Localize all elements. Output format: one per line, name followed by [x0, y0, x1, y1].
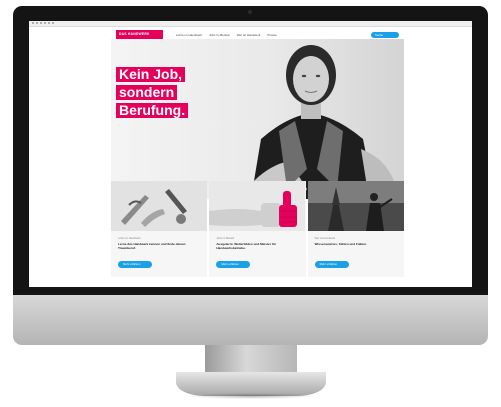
card-image-worker [307, 181, 404, 231]
card-more-button[interactable]: Mehr erfahren [314, 261, 349, 268]
nav-item-wer[interactable]: Wer ist Handwerk [237, 33, 261, 37]
nav-item-jobs[interactable]: Jobs im Betrieb [209, 33, 230, 37]
card-title: Lerne das Handwerk kennen und finde dein… [118, 242, 186, 250]
menubar-icons [32, 22, 54, 24]
headline-line-2: sondern [116, 85, 178, 100]
headline-line-1: Kein Job, [116, 67, 186, 82]
stand-shadow [186, 393, 316, 399]
monitor-stand-neck [205, 345, 297, 375]
hero-banner: Kein Job, sondern Berufung. [111, 39, 404, 199]
monitor-chin [13, 295, 488, 345]
nav-item-presse[interactable]: Presse [267, 33, 276, 37]
headline-line-3: Berufung. [116, 103, 189, 118]
card-image-thumbs-up [209, 181, 306, 231]
main-nav: Lehre im Handwerk Jobs im Betrieb Wer is… [176, 33, 277, 37]
card-more-button[interactable]: Mehr erfahren [216, 261, 251, 268]
nav-item-lehre[interactable]: Lehre im Handwerk [176, 33, 202, 37]
camera-dot [248, 10, 252, 14]
card-image-tools [111, 181, 207, 231]
card-wer[interactable]: Wer ist Handwerk Wissenswertes, Zahlen u… [307, 181, 404, 277]
hero-headline: Kein Job, sondern Berufung. [116, 66, 189, 120]
site-logo[interactable]: DAS HANDWERK [116, 30, 163, 39]
card-jobs[interactable]: Jobs im Betrieb Ausgelernt. Weiterbilden… [209, 181, 306, 277]
card-title: Ausgelernt. Weiterbilden und Meister für… [216, 242, 276, 250]
screen: DAS HANDWERK Lehre im Handwerk Jobs im B… [29, 21, 472, 287]
card-kicker: Jobs im Betrieb [216, 237, 235, 240]
card-kicker: Lehre im Handwerk [118, 237, 141, 240]
card-kicker: Wer ist Handwerk [314, 237, 336, 240]
card-more-button[interactable]: Mehr erfahren [118, 261, 152, 268]
card-title: Wissenswertes, Zahlen und Fakten. [314, 242, 367, 246]
card-lehre[interactable]: Lehre im Handwerk Lerne das Handwerk ken… [111, 181, 208, 277]
teaser-cards: Lehre im Handwerk Lerne das Handwerk ken… [111, 181, 404, 277]
search-button[interactable]: Suche [371, 32, 399, 38]
